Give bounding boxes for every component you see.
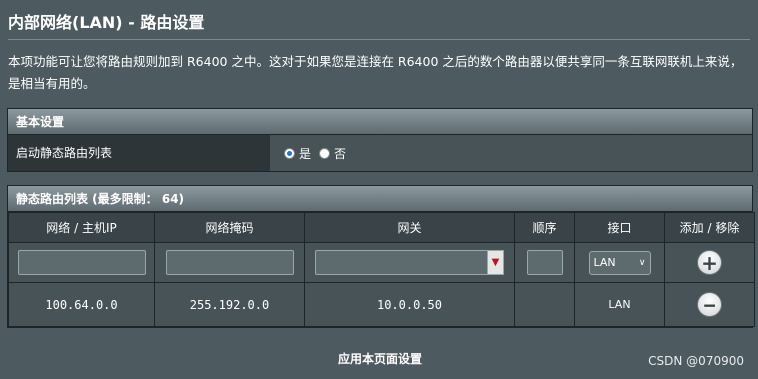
apply-settings-button[interactable]: 应用本页面设置 — [320, 350, 440, 367]
static-route-list-header: 静态路由列表 (最多限制： 64) — [8, 186, 752, 212]
route-interface: LAN — [574, 282, 665, 327]
triangle-down-icon: ▼ — [491, 257, 500, 268]
interface-select-value: LAN — [593, 256, 616, 269]
interface-select[interactable]: LAN ∨ — [588, 250, 651, 275]
radio-no-label[interactable]: 否 — [334, 145, 346, 162]
col-header-interface: 接口 — [574, 212, 665, 243]
watermark: CSDN @070900 — [648, 354, 744, 368]
gateway-dropdown-button[interactable]: ▼ — [487, 250, 504, 275]
basic-settings-section: 基本设置 启动静态路由列表 是 否 — [7, 108, 753, 172]
static-route-table: 网络 / 主机IP 网络掩码 网关 顺序 接口 添加 / 移除 ▼ LAN ∨ … — [8, 212, 755, 327]
radio-yes[interactable] — [284, 147, 295, 159]
col-header-netmask: 网络掩码 — [154, 212, 305, 243]
route-network: 100.64.0.0 — [8, 282, 155, 327]
add-button-cell: + — [664, 242, 755, 283]
page-description: 本项功能可让您将路由规则加到 R6400 之中。这对于如果您是连接在 R6400… — [8, 54, 743, 91]
title-divider — [8, 39, 750, 40]
chevron-down-icon: ∨ — [638, 257, 646, 268]
gateway-combo: ▼ — [315, 250, 504, 275]
static-route-list-section: 静态路由列表 (最多限制： 64) 网络 / 主机IP 网络掩码 网关 顺序 接… — [7, 185, 755, 328]
radio-no[interactable] — [319, 147, 331, 159]
remove-button-cell: − — [664, 282, 755, 327]
gateway-input[interactable] — [315, 250, 487, 275]
gateway-input-cell: ▼ — [304, 242, 515, 283]
route-gateway: 10.0.0.50 — [304, 282, 515, 327]
add-route-button[interactable]: + — [697, 250, 722, 275]
netmask-input[interactable] — [165, 250, 294, 275]
col-header-add-remove: 添加 / 移除 — [664, 212, 755, 243]
col-header-gateway: 网关 — [304, 212, 515, 243]
metric-input[interactable] — [526, 250, 563, 275]
metric-input-cell — [514, 242, 575, 283]
table-row: 100.64.0.0 255.192.0.0 10.0.0.50 LAN − — [8, 282, 755, 327]
col-header-metric: 顺序 — [514, 212, 575, 243]
enable-static-route-options: 是 否 — [270, 135, 752, 171]
enable-static-route-label: 启动静态路由列表 — [8, 135, 270, 171]
network-input-cell — [8, 242, 155, 283]
table-header-row: 网络 / 主机IP 网络掩码 网关 顺序 接口 添加 / 移除 — [8, 212, 755, 243]
enable-static-route-row: 启动静态路由列表 是 否 — [8, 135, 752, 171]
minus-circle-icon: − — [703, 292, 716, 317]
netmask-input-cell — [154, 242, 305, 283]
page-title: 内部网络(LAN) - 路由设置 — [8, 13, 205, 32]
col-header-network: 网络 / 主机IP — [8, 212, 155, 243]
network-input[interactable] — [17, 250, 146, 275]
route-input-row: ▼ LAN ∨ + — [8, 242, 755, 283]
plus-circle-icon: + — [701, 250, 718, 275]
radio-yes-label[interactable]: 是 — [299, 145, 311, 162]
route-netmask: 255.192.0.0 — [154, 282, 305, 327]
interface-select-cell: LAN ∨ — [574, 242, 665, 283]
remove-route-button[interactable]: − — [697, 292, 722, 317]
route-metric — [514, 282, 575, 327]
basic-settings-header: 基本设置 — [8, 109, 752, 135]
